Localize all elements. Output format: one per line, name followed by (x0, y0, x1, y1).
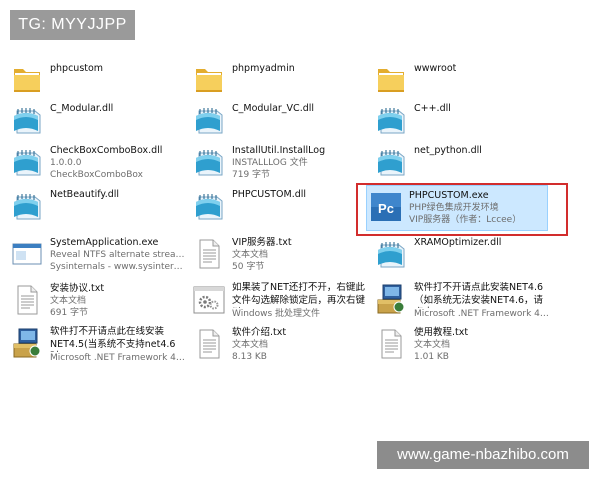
file-name: wwwroot (414, 63, 457, 74)
file-item-systemapplication[interactable]: SystemApplication.exe Reveal NTFS altern… (8, 234, 188, 276)
file-item-cpp-dll[interactable]: C++.dll (372, 100, 552, 136)
file-name: 软件介绍.txt (232, 327, 287, 338)
file-name: PHPCUSTOM.exe (409, 190, 489, 201)
notepad-icon (10, 103, 44, 137)
file-name: 软件打不开请点此安装NET4.6（如系统无法安装NET4.6，请点击NE... (414, 282, 544, 308)
installer-icon (374, 283, 408, 317)
file-item-phpcustom-exe[interactable]: PHPCUSTOM.exe PHP绿色集成开发环境 VIP服务器（作者：Lcce… (366, 185, 548, 231)
batch-gear-icon (192, 283, 226, 317)
file-name: 软件打不开请点此在线安装NET4.5(当系统不支持net4.6时，... (50, 326, 176, 352)
file-size: 719 字节 (232, 170, 271, 180)
notepad-icon (10, 145, 44, 179)
file-type: 文本文档 (414, 340, 451, 350)
notepad-icon (374, 145, 408, 179)
file-name: CheckBoxComboBox.dll (50, 145, 163, 156)
file-name: SystemApplication.exe (50, 237, 159, 248)
file-name: phpmyadmin (232, 63, 295, 74)
file-item-vip-server-txt[interactable]: VIP服务器.txt 文本文档 50 字节 (190, 234, 370, 276)
file-item-installutil-log[interactable]: InstallUtil.InstallLog INSTALLLOG 文件 719… (190, 142, 370, 184)
file-size: 8.13 KB (232, 352, 267, 362)
file-type: INSTALLLOG 文件 (232, 158, 308, 168)
tg-overlay-tag: TG: MYYJJPP (10, 10, 135, 40)
file-explorer-grid: phpcustom phpmyadmin wwwroot C_Modular.d… (0, 0, 600, 480)
file-item-c-modular-vc[interactable]: C_Modular_VC.dll (190, 100, 370, 136)
file-name: phpcustom (50, 63, 104, 74)
file-name: InstallUtil.InstallLog (232, 145, 326, 156)
file-name: C_Modular.dll (50, 103, 114, 114)
file-item-net46-installer[interactable]: 软件打不开请点此安装NET4.6（如系统无法安装NET4.6，请点击NE... … (372, 280, 552, 322)
file-company: VIP服务器（作者：Lccee） (409, 215, 522, 225)
file-type: 文本文档 (232, 340, 269, 350)
file-item-net-python[interactable]: net_python.dll (372, 142, 552, 178)
file-name: 安装协议.txt (50, 283, 105, 294)
notepad-icon (192, 189, 226, 223)
file-name: NetBeautify.dll (50, 189, 120, 200)
file-item-wwwroot[interactable]: wwwroot (372, 60, 552, 96)
file-item-unlock-batch[interactable]: 如果装了NET还打不开，右键此文件勾选解除锁定后，再次右键以... Window… (190, 280, 370, 322)
file-company: Microsoft .NET Framework 4.6... (414, 309, 550, 319)
file-description: Reveal NTFS alternate streams. (50, 250, 186, 260)
file-name: 使用教程.txt (414, 327, 469, 338)
notepad-icon (10, 189, 44, 223)
file-item-phpcustom[interactable]: phpcustom (8, 60, 188, 96)
file-name: PHPCUSTOM.dll (232, 189, 307, 200)
file-description: PHP绿色集成开发环境 (409, 203, 499, 213)
file-size: 50 字节 (232, 262, 265, 272)
file-type: 文本文档 (50, 296, 87, 306)
file-name: C++.dll (414, 103, 451, 114)
file-name: net_python.dll (414, 145, 482, 156)
file-item-checkboxcombobox[interactable]: CheckBoxComboBox.dll 1.0.0.0 CheckBoxCom… (8, 142, 188, 184)
notepad-icon (192, 145, 226, 179)
folder-icon (10, 63, 44, 97)
file-item-net45-installer[interactable]: 软件打不开请点此在线安装NET4.5(当系统不支持net4.6时，... Mic… (8, 324, 188, 366)
folder-icon (192, 63, 226, 97)
file-size: 691 字节 (50, 308, 89, 318)
file-item-software-intro[interactable]: 软件介绍.txt 文本文档 8.13 KB (190, 324, 370, 366)
file-description: CheckBoxComboBox (50, 170, 143, 180)
file-type: Windows 批处理文件 (232, 309, 321, 319)
file-item-tutorial[interactable]: 使用教程.txt 文本文档 1.01 KB (372, 324, 552, 366)
file-item-xramoptimizer[interactable]: XRAMOptimizer.dll (372, 234, 552, 270)
file-size: 1.01 KB (414, 352, 449, 362)
installer-icon (10, 327, 44, 361)
text-file-icon (374, 327, 408, 361)
file-name: XRAMOptimizer.dll (414, 237, 502, 248)
text-file-icon (192, 237, 226, 271)
file-version: 1.0.0.0 (50, 158, 82, 168)
file-name: C_Modular_VC.dll (232, 103, 315, 114)
file-name: VIP服务器.txt (232, 237, 292, 248)
file-company: Sysinternals - www.sysinternals.... (50, 262, 186, 272)
notepad-icon (374, 103, 408, 137)
file-item-phpmyadmin[interactable]: phpmyadmin (190, 60, 370, 96)
folder-icon (374, 63, 408, 97)
file-type: 文本文档 (232, 250, 269, 260)
window-app-icon (10, 237, 44, 271)
file-item-install-agreement[interactable]: 安装协议.txt 文本文档 691 字节 (8, 280, 188, 322)
notepad-icon (192, 103, 226, 137)
file-item-netbeautify[interactable]: NetBeautify.dll (8, 186, 188, 222)
file-item-c-modular[interactable]: C_Modular.dll (8, 100, 188, 136)
text-file-icon (192, 327, 226, 361)
php-app-icon (369, 190, 403, 224)
file-name: 如果装了NET还打不开，右键此文件勾选解除锁定后，再次右键以... (232, 282, 366, 308)
notepad-icon (374, 237, 408, 271)
text-file-icon (10, 283, 44, 317)
file-company: Microsoft .NET Framework 4.5... (50, 353, 186, 363)
file-item-phpcustom-dll[interactable]: PHPCUSTOM.dll (190, 186, 370, 222)
site-watermark: www.game-nbazhibo.com (377, 441, 589, 469)
